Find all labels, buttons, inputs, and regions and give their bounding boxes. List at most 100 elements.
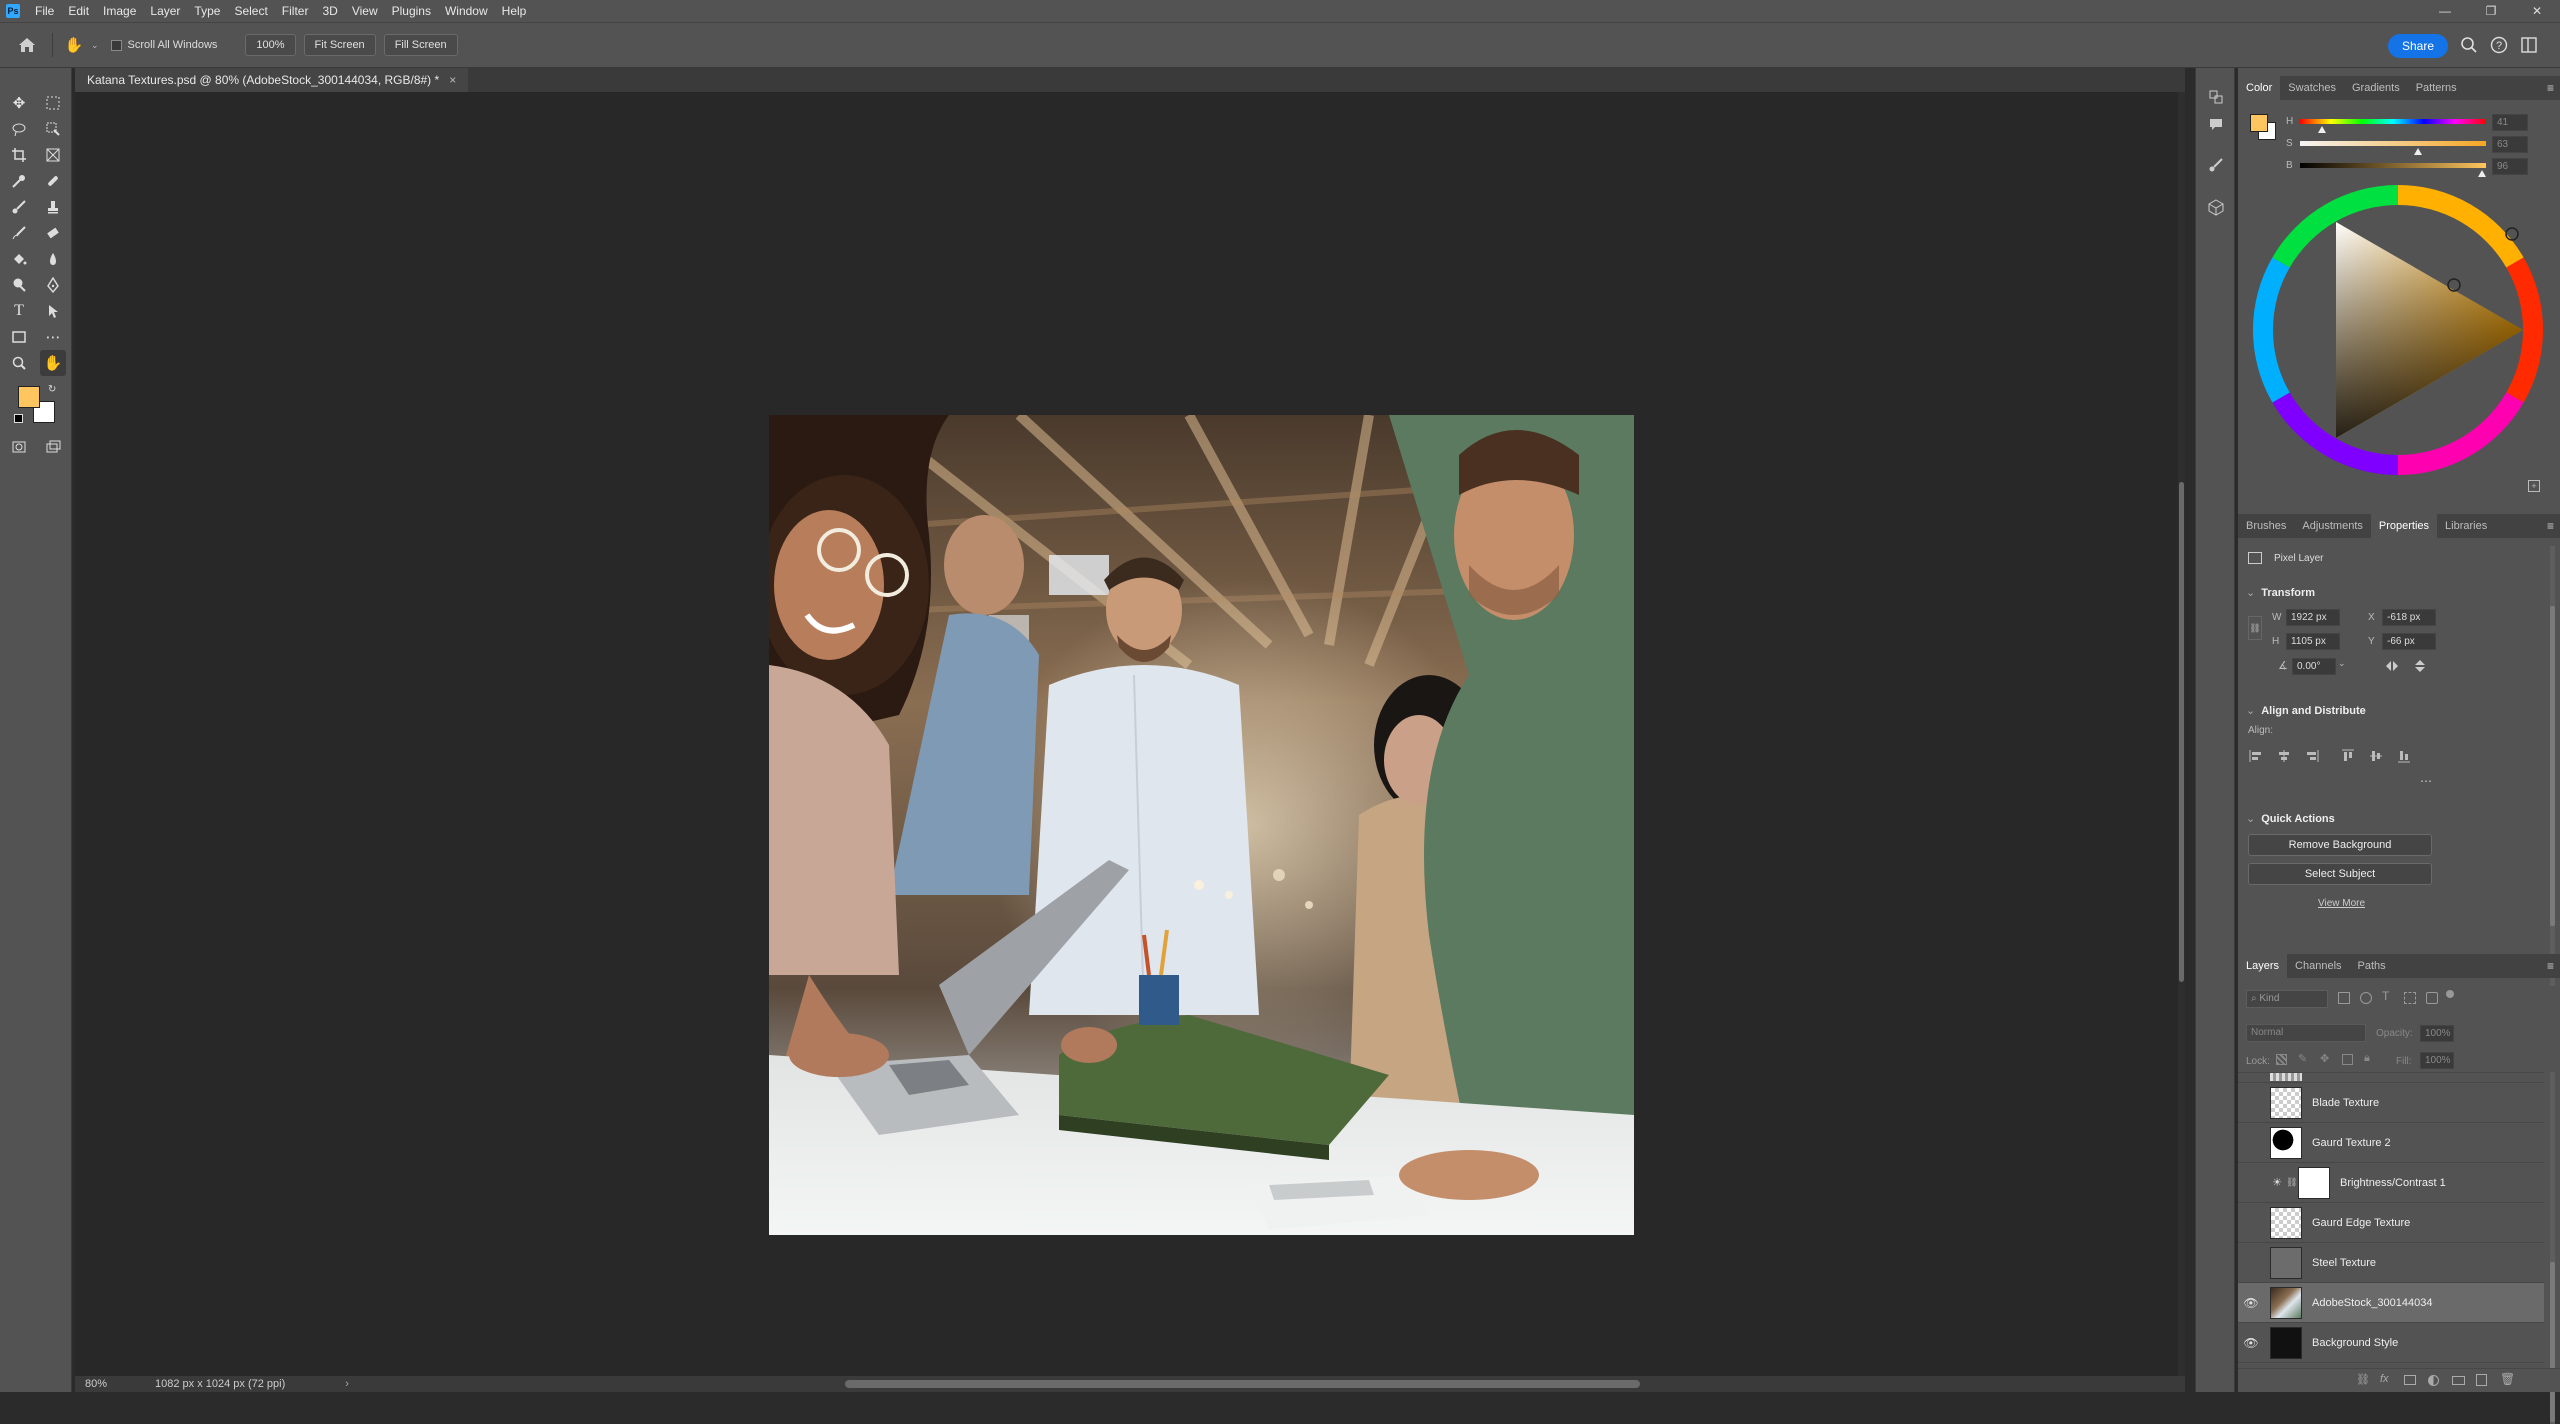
hand-tool-preset-icon[interactable]: ✋ [63, 34, 85, 56]
angle-dropdown-icon[interactable]: ⌄ [2338, 658, 2346, 669]
history-brush-tool-icon[interactable] [6, 220, 32, 246]
filter-pixel-icon[interactable] [2338, 992, 2350, 1004]
fill-field[interactable]: 100% [2420, 1052, 2454, 1069]
fill-screen-button[interactable]: Fill Screen [383, 34, 458, 56]
vertical-scrollbar-thumb[interactable] [2179, 482, 2184, 982]
screen-mode-icon[interactable] [40, 434, 66, 460]
layer-row[interactable]: Gaurd Edge Texture [2238, 1203, 2544, 1243]
comments-panel-icon[interactable] [2207, 116, 2225, 134]
lock-all-icon[interactable]: 🔒︎ [2364, 1052, 2370, 1065]
opacity-field[interactable]: 100% [2420, 1025, 2454, 1042]
adjustment-layer-icon[interactable] [2428, 1375, 2439, 1386]
scroll-all-windows-checkbox[interactable]: Scroll All Windows [110, 39, 217, 51]
hue-slider[interactable] [2300, 119, 2486, 124]
horizontal-scrollbar-thumb[interactable] [845, 1380, 1640, 1388]
layer-row[interactable]: Steel Texture [2238, 1243, 2544, 1283]
properties-scrollbar-thumb[interactable] [2550, 606, 2555, 926]
quick-actions-section-header[interactable]: ⌄ Quick Actions [2246, 812, 2335, 825]
zoom-tool-icon[interactable] [6, 350, 32, 376]
y-field[interactable]: -66 px [2382, 633, 2436, 650]
tab-swatches[interactable]: Swatches [2280, 76, 2344, 100]
foreground-color-swatch[interactable] [18, 386, 40, 408]
menu-3d[interactable]: 3D [315, 0, 344, 22]
properties-scrollbar[interactable] [2550, 546, 2555, 986]
chevron-down-icon[interactable]: ⌄ [91, 40, 99, 51]
eye-icon[interactable]: 👁︎ [2238, 1296, 2264, 1310]
align-left-icon[interactable] [2248, 748, 2264, 764]
zoom-100-button[interactable]: 100% [245, 34, 296, 56]
lock-transparency-icon[interactable] [2276, 1054, 2287, 1065]
tab-gradients[interactable]: Gradients [2344, 76, 2408, 100]
more-tools-icon[interactable]: ⋯ [40, 324, 66, 350]
fit-screen-button[interactable]: Fit Screen [303, 34, 376, 56]
align-right-icon[interactable] [2304, 748, 2320, 764]
link-layers-icon[interactable]: ⛓ [2356, 1373, 2370, 1386]
share-button[interactable]: Share [2387, 34, 2448, 58]
layer-name[interactable]: Steel Texture [2312, 1257, 2376, 1269]
menu-plugins[interactable]: Plugins [385, 0, 438, 22]
default-colors-icon[interactable] [14, 414, 23, 423]
new-group-icon[interactable] [2452, 1376, 2465, 1385]
document-tab[interactable]: Katana Textures.psd @ 80% (AdobeStock_30… [75, 68, 469, 92]
link-dimensions-icon[interactable]: ⛓ [2248, 616, 2262, 640]
h-value-field[interactable]: 41 [2492, 114, 2528, 131]
healing-brush-tool-icon[interactable] [40, 168, 66, 194]
close-tab-icon[interactable]: × [449, 68, 456, 92]
brightness-slider[interactable] [2300, 163, 2486, 168]
flip-vertical-icon[interactable] [2412, 658, 2428, 674]
workspace-icon[interactable] [2520, 36, 2540, 56]
dodge-tool-icon[interactable] [6, 272, 32, 298]
expand-wheel-icon[interactable]: + [2528, 480, 2540, 492]
menu-select[interactable]: Select [227, 0, 274, 22]
layer-name[interactable]: Gaurd Edge Texture [2312, 1217, 2410, 1229]
angle-field[interactable]: 0.00° [2292, 658, 2336, 675]
menu-view[interactable]: View [345, 0, 385, 22]
menu-filter[interactable]: Filter [275, 0, 316, 22]
paint-bucket-tool-icon[interactable] [6, 246, 32, 272]
layers-scrollbar-thumb[interactable] [2550, 1262, 2555, 1422]
menu-type[interactable]: Type [187, 0, 227, 22]
layer-row[interactable]: Blade Texture [2238, 1083, 2544, 1123]
frame-tool-icon[interactable] [40, 142, 66, 168]
lock-image-icon[interactable]: ✎ [2298, 1052, 2307, 1065]
lock-artboard-icon[interactable] [2342, 1054, 2353, 1065]
brush-tool-icon[interactable] [6, 194, 32, 220]
type-tool-icon[interactable]: T [6, 298, 32, 324]
history-panel-icon[interactable] [2207, 88, 2225, 106]
eraser-tool-icon[interactable] [40, 220, 66, 246]
new-layer-icon[interactable] [2476, 1374, 2487, 1386]
layer-filter-search[interactable]: ⌕ Kind [2246, 990, 2328, 1008]
zoom-level[interactable]: 80% [85, 1378, 125, 1390]
layer-name[interactable]: Brightness/Contrast 1 [2340, 1177, 2446, 1189]
tab-patterns[interactable]: Patterns [2408, 76, 2465, 100]
restore-button[interactable]: ❐ [2468, 0, 2514, 22]
move-tool-icon[interactable]: ✥ [6, 90, 32, 116]
layer-row[interactable]: 👁︎ AdobeStock_300144034 [2238, 1283, 2544, 1323]
status-arrow-icon[interactable]: › [345, 1378, 349, 1390]
close-window-button[interactable]: ✕ [2514, 0, 2560, 22]
search-icon[interactable] [2460, 36, 2480, 56]
panel-menu-icon[interactable]: ≡ [2547, 514, 2554, 538]
vertical-scrollbar[interactable] [2178, 92, 2185, 1376]
view-more-link[interactable]: View More [2318, 898, 2365, 909]
color-wheel[interactable] [2251, 183, 2545, 477]
align-center-icon[interactable] [2276, 748, 2292, 764]
lasso-tool-icon[interactable] [6, 116, 32, 142]
tab-paths[interactable]: Paths [2350, 954, 2394, 978]
filter-type-icon[interactable]: T [2382, 989, 2389, 1003]
path-selection-tool-icon[interactable] [40, 298, 66, 324]
checkbox-box[interactable] [110, 39, 122, 51]
align-middle-icon[interactable] [2368, 748, 2384, 764]
menu-file[interactable]: File [28, 0, 61, 22]
menu-layer[interactable]: Layer [143, 0, 187, 22]
filter-toggle-icon[interactable] [2446, 990, 2454, 998]
layer-style-icon[interactable]: fx [2380, 1373, 2389, 1385]
filter-smart-object-icon[interactable] [2426, 992, 2438, 1004]
align-bottom-icon[interactable] [2396, 748, 2412, 764]
clone-stamp-tool-icon[interactable] [40, 194, 66, 220]
saturation-slider-handle[interactable] [2414, 148, 2422, 155]
saturation-slider[interactable] [2300, 141, 2486, 146]
align-section-header[interactable]: ⌄ Align and Distribute [2246, 704, 2366, 717]
brush-settings-panel-icon[interactable] [2207, 156, 2225, 174]
tab-libraries[interactable]: Libraries [2437, 514, 2495, 538]
